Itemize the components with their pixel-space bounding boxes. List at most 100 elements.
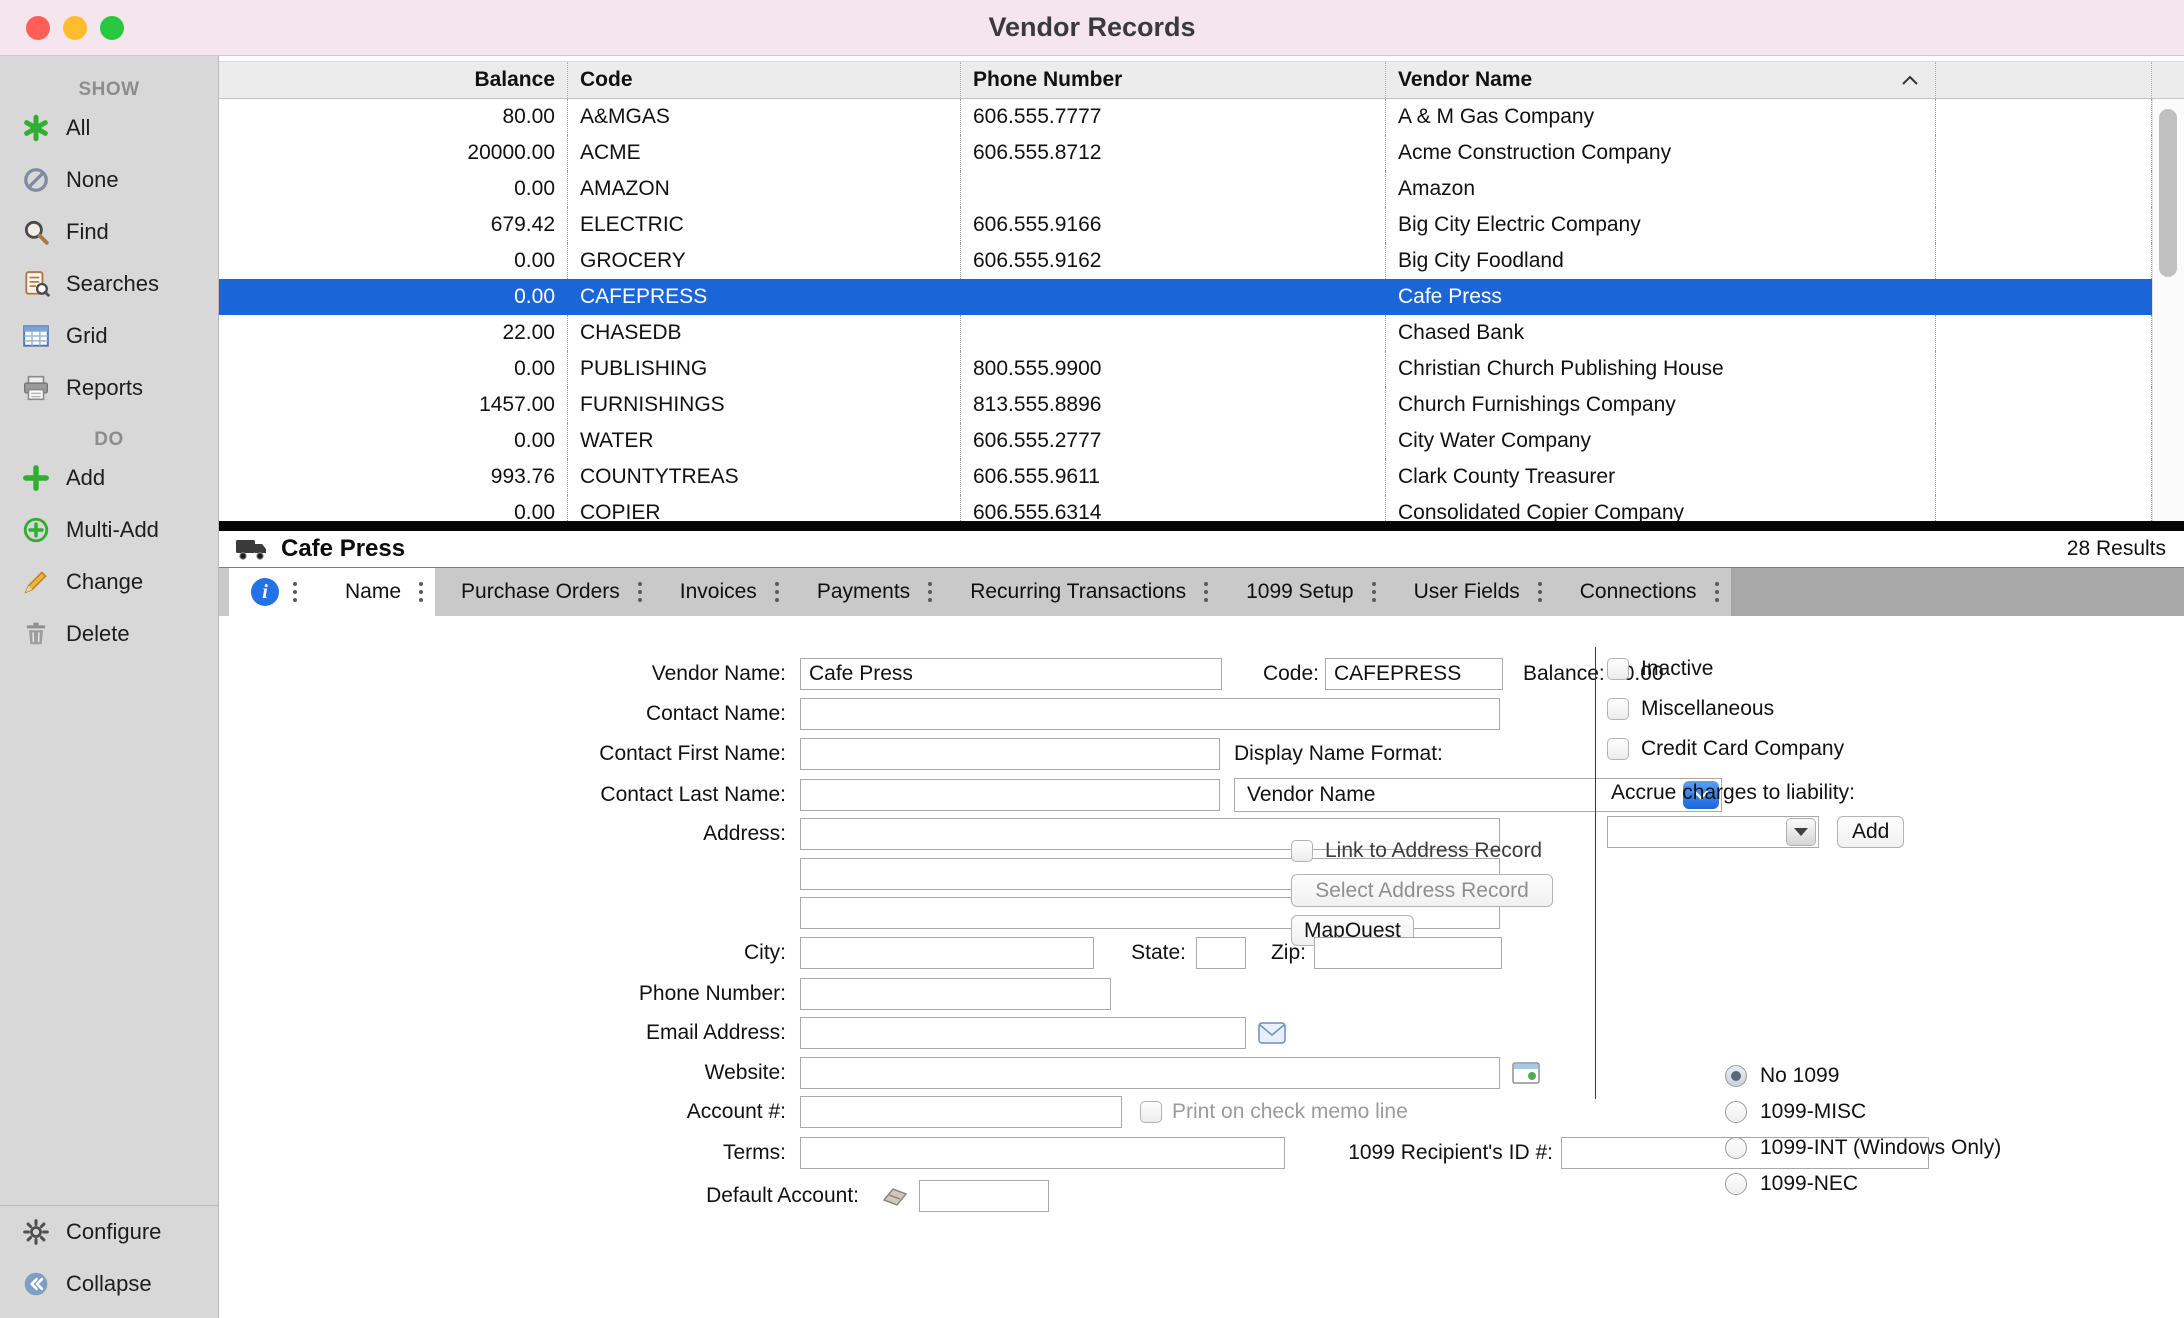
vertical-scrollbar[interactable] [2152, 99, 2184, 521]
minimize-window-button[interactable] [63, 16, 87, 40]
credit-card-company-checkbox[interactable] [1607, 738, 1629, 760]
info-tab[interactable]: i [229, 568, 319, 616]
select-address-record-button[interactable]: Select Address Record [1291, 874, 1553, 907]
miscellaneous-checkbox[interactable] [1607, 698, 1629, 720]
link-to-address-checkbox[interactable] [1291, 840, 1313, 862]
no-1099-radio[interactable] [1725, 1065, 1747, 1087]
sidebar-item-change[interactable]: Change [0, 556, 218, 608]
contact-last-name-input[interactable] [800, 779, 1220, 811]
account-lookup-icon[interactable] [881, 1186, 909, 1206]
contact-name-input[interactable] [800, 698, 1500, 730]
sidebar-item-searches[interactable]: Searches [0, 258, 218, 310]
default-account-input[interactable] [919, 1180, 1049, 1212]
accrue-add-button[interactable]: Add [1837, 816, 1904, 848]
balance-cell: 0.00 [219, 243, 568, 279]
tab-purchase-orders[interactable]: Purchase Orders [435, 568, 654, 616]
scrollbar-thumb[interactable] [2159, 109, 2177, 277]
code-label: Code: [1222, 662, 1319, 686]
city-input[interactable] [800, 937, 1094, 969]
table-row[interactable]: 80.00A&MGAS606.555.7777A & M Gas Company [219, 99, 2184, 135]
sidebar-item-multi-add[interactable]: Multi-Add [0, 504, 218, 556]
balance-cell: 0.00 [219, 351, 568, 387]
tab-name[interactable]: Name [319, 568, 435, 616]
tab-drag-handle[interactable] [928, 582, 932, 602]
vendor-name-input[interactable] [800, 658, 1222, 690]
table-row[interactable]: 20000.00ACME606.555.8712Acme Constructio… [219, 135, 2184, 171]
tab-invoices[interactable]: Invoices [654, 568, 791, 616]
terms-label: Terms: [219, 1141, 786, 1165]
1099-int-windows-only-radio[interactable] [1725, 1137, 1747, 1159]
tab-1099-setup[interactable]: 1099 Setup [1220, 568, 1387, 616]
sidebar-item-all[interactable]: All [0, 102, 218, 154]
1099-misc-radio[interactable] [1725, 1101, 1747, 1123]
contact-first-name-input[interactable] [800, 738, 1220, 770]
blank-cell [1936, 387, 2152, 423]
table-row[interactable]: 0.00COPIER606.555.6314Consolidated Copie… [219, 495, 2184, 521]
sidebar-item-find[interactable]: Find [0, 206, 218, 258]
sidebar-item-configure[interactable]: Configure [0, 1206, 218, 1258]
sidebar-item-reports[interactable]: Reports [0, 362, 218, 414]
accrue-controls: Add [1607, 816, 1904, 848]
1099-nec-label: 1099-NEC [1760, 1172, 1858, 1196]
code-input[interactable] [1325, 658, 1503, 690]
website-icon[interactable] [1512, 1062, 1540, 1084]
email-address-input[interactable] [800, 1017, 1246, 1049]
table-row[interactable]: 0.00AMAZONAmazon [219, 171, 2184, 207]
table-row[interactable]: 0.00CAFEPRESSCafe Press [219, 279, 2184, 315]
vendor-name-cell: Cafe Press [1386, 279, 1936, 315]
vendor-records-window: Vendor Records SHOWAllNoneFindSearchesGr… [0, 0, 2184, 1318]
table-row[interactable]: 1457.00FURNISHINGS813.555.8896Church Fur… [219, 387, 2184, 423]
tab-drag-handle[interactable] [1372, 582, 1376, 602]
phone-cell: 606.555.8712 [961, 135, 1386, 171]
tab-drag-handle[interactable] [775, 582, 779, 602]
tab-connections[interactable]: Connections [1554, 568, 1731, 616]
tab-recurring-transactions[interactable]: Recurring Transactions [944, 568, 1220, 616]
zip-input[interactable] [1314, 937, 1502, 969]
table-row[interactable]: 679.42ELECTRIC606.555.9166Big City Elect… [219, 207, 2184, 243]
no-1099-label: No 1099 [1760, 1064, 1839, 1088]
column-header-vendor-name[interactable]: Vendor Name [1386, 62, 1936, 98]
email-icon[interactable] [1258, 1022, 1286, 1044]
account-number-input[interactable] [800, 1096, 1122, 1128]
plus-icon [20, 462, 52, 494]
table-row[interactable]: 22.00CHASEDBChased Bank [219, 315, 2184, 351]
table-row[interactable]: 0.00WATER606.555.2777City Water Company [219, 423, 2184, 459]
1099-nec-radio[interactable] [1725, 1173, 1747, 1195]
phone-cell: 800.555.9900 [961, 351, 1386, 387]
tab-drag-handle[interactable] [1538, 582, 1542, 602]
table-row[interactable]: 0.00GROCERY606.555.9162Big City Foodland [219, 243, 2184, 279]
column-header-phone-number[interactable]: Phone Number [961, 62, 1386, 98]
tab-drag-handle[interactable] [293, 582, 297, 602]
print-check-memo-checkbox[interactable] [1140, 1101, 1162, 1123]
tab-user-fields[interactable]: User Fields [1388, 568, 1554, 616]
close-window-button[interactable] [26, 16, 50, 40]
sidebar-item-none[interactable]: None [0, 154, 218, 206]
tab-drag-handle[interactable] [419, 582, 423, 602]
table-body: 80.00A&MGAS606.555.7777A & M Gas Company… [219, 99, 2184, 521]
tab-drag-handle[interactable] [1715, 582, 1719, 602]
sidebar-item-add[interactable]: Add [0, 452, 218, 504]
table-row[interactable]: 0.00PUBLISHING800.555.9900Christian Chur… [219, 351, 2184, 387]
tab-payments[interactable]: Payments [791, 568, 944, 616]
sidebar: SHOWAllNoneFindSearchesGridReportsDOAddM… [0, 56, 219, 1318]
phone-number-input[interactable] [800, 978, 1111, 1010]
sidebar-item-grid[interactable]: Grid [0, 310, 218, 362]
inactive-checkbox[interactable] [1607, 658, 1629, 680]
tab-drag-handle[interactable] [638, 582, 642, 602]
column-header-code[interactable]: Code [568, 62, 961, 98]
sidebar-item-collapse[interactable]: Collapse [0, 1258, 218, 1310]
table-row[interactable]: 993.76COUNTYTREAS606.555.9611Clark Count… [219, 459, 2184, 495]
zoom-window-button[interactable] [100, 16, 124, 40]
multi-add-icon [20, 514, 52, 546]
blank-cell [1936, 279, 2152, 315]
accrue-liability-select[interactable] [1607, 816, 1819, 848]
website-input[interactable] [800, 1057, 1500, 1089]
sidebar-item-delete[interactable]: Delete [0, 608, 218, 660]
terms-input[interactable] [800, 1137, 1285, 1169]
column-header-balance[interactable]: Balance [219, 62, 568, 98]
state-input[interactable] [1196, 937, 1246, 969]
vendor-table: BalanceCodePhone NumberVendor Name 80.00… [219, 61, 2184, 521]
recipient-id-label: 1099 Recipient's ID #: [1299, 1141, 1553, 1165]
sidebar-item-label: Grid [66, 323, 108, 349]
tab-drag-handle[interactable] [1204, 582, 1208, 602]
